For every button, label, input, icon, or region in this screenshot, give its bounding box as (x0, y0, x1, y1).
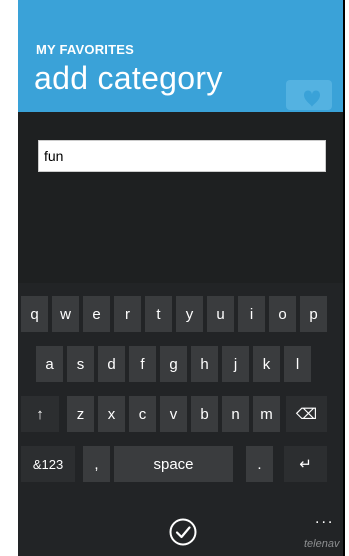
check-icon[interactable] (168, 517, 198, 547)
phone-frame: MY FAVORITES add category fun q w e r t … (0, 0, 349, 556)
key-b[interactable]: b (191, 396, 218, 432)
key-a[interactable]: a (36, 346, 63, 382)
key-d[interactable]: d (98, 346, 125, 382)
numbers-symbols-key[interactable]: &123 (21, 446, 75, 482)
more-options-button[interactable]: ... (315, 510, 334, 528)
space-key[interactable]: space (114, 446, 233, 482)
key-v[interactable]: v (160, 396, 187, 432)
key-l[interactable]: l (284, 346, 311, 382)
backspace-key[interactable]: ⌫ (286, 396, 327, 432)
key-u[interactable]: u (207, 296, 234, 332)
shift-key[interactable]: ↑ (21, 396, 59, 432)
page-header: MY FAVORITES add category (18, 0, 343, 112)
key-q[interactable]: q (21, 296, 48, 332)
page-title: add category (34, 60, 223, 96)
key-p[interactable]: p (300, 296, 327, 332)
key-g[interactable]: g (160, 346, 187, 382)
key-f[interactable]: f (129, 346, 156, 382)
key-w[interactable]: w (52, 296, 79, 332)
app-title: MY FAVORITES (36, 42, 134, 57)
key-i[interactable]: i (238, 296, 265, 332)
folder-heart-icon (286, 80, 332, 110)
key-y[interactable]: y (176, 296, 203, 332)
key-e[interactable]: e (83, 296, 110, 332)
key-s[interactable]: s (67, 346, 94, 382)
enter-key[interactable]: ↵ (284, 446, 327, 482)
key-m[interactable]: m (253, 396, 280, 432)
key-r[interactable]: r (114, 296, 141, 332)
key-c[interactable]: c (129, 396, 156, 432)
key-k[interactable]: k (253, 346, 280, 382)
key-h[interactable]: h (191, 346, 218, 382)
period-key[interactable]: . (246, 446, 273, 482)
comma-key[interactable]: , (83, 446, 110, 482)
key-z[interactable]: z (67, 396, 94, 432)
key-o[interactable]: o (269, 296, 296, 332)
key-x[interactable]: x (98, 396, 125, 432)
key-t[interactable]: t (145, 296, 172, 332)
category-name-input[interactable]: fun (38, 140, 326, 172)
key-j[interactable]: j (222, 346, 249, 382)
brand-watermark: telenav (304, 538, 340, 550)
key-n[interactable]: n (222, 396, 249, 432)
screen: MY FAVORITES add category fun q w e r t … (18, 0, 345, 556)
